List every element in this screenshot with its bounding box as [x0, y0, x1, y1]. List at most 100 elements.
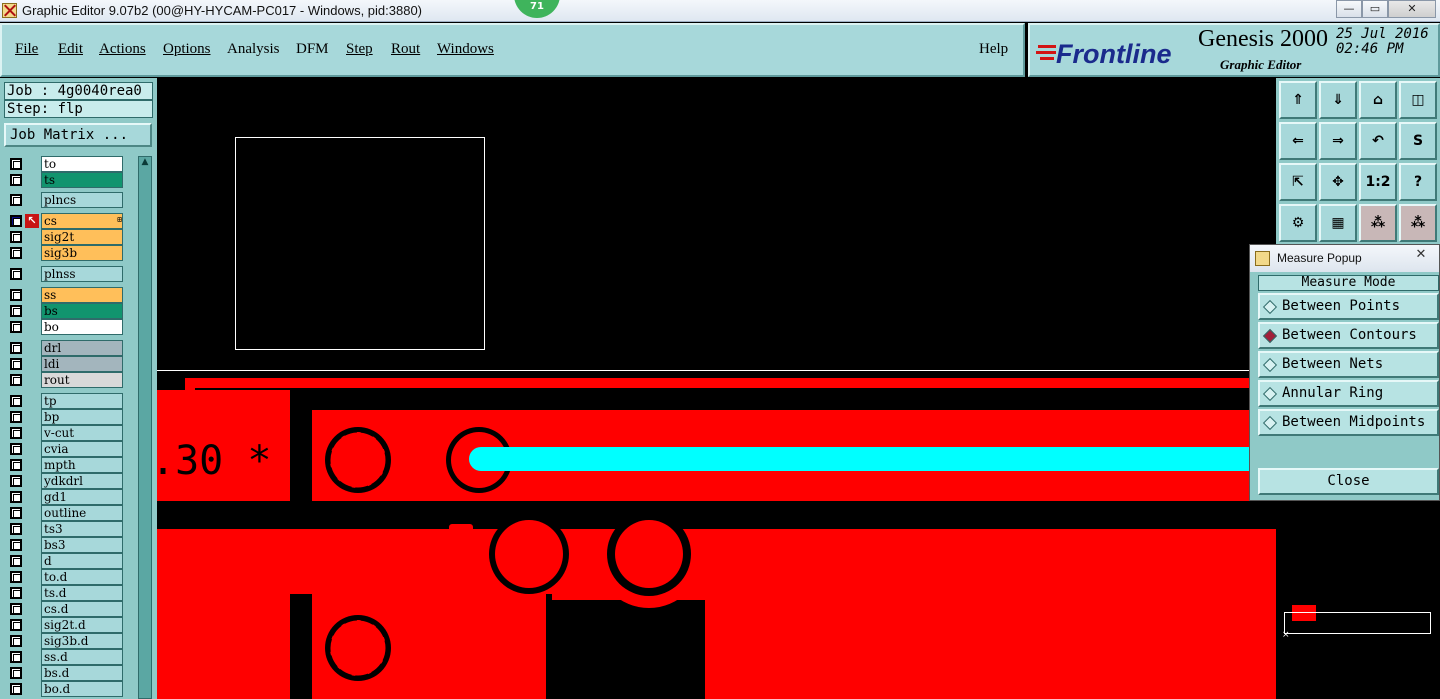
layer-name[interactable]: bs3 — [41, 537, 123, 553]
layer-checkbox[interactable] — [10, 427, 22, 439]
center-icon[interactable]: ✥ — [1319, 163, 1357, 201]
menu-rout[interactable]: Rout — [391, 41, 420, 58]
layer-checkbox[interactable] — [10, 475, 22, 487]
layer-row[interactable]: cvia — [4, 441, 126, 457]
layer-row[interactable]: to.d — [4, 569, 126, 585]
layer-name[interactable]: bo.d — [41, 681, 123, 697]
scroll-up-arrow-icon[interactable]: ▲ — [139, 157, 151, 169]
layer-name[interactable]: drl — [41, 340, 123, 356]
layer-row[interactable]: bs — [4, 303, 126, 319]
layer-checkbox[interactable] — [10, 174, 22, 186]
layer-checkbox[interactable] — [10, 247, 22, 259]
pan-right-icon[interactable]: ⇒ — [1319, 122, 1357, 160]
layer-name[interactable]: cs.d — [41, 601, 123, 617]
layer-name[interactable]: bp — [41, 409, 123, 425]
layer-name[interactable]: plnss — [41, 266, 123, 282]
layer-name[interactable]: to.d — [41, 569, 123, 585]
layer-row[interactable]: ts — [4, 172, 126, 188]
layer-row[interactable]: gd1 — [4, 489, 126, 505]
home-icon[interactable]: ⌂ — [1359, 81, 1397, 119]
layer-name[interactable]: cvia — [41, 441, 123, 457]
layer-checkbox[interactable] — [10, 215, 22, 227]
layer-row[interactable]: sig2t.d — [4, 617, 126, 633]
layer-name[interactable]: ydkdrl — [41, 473, 123, 489]
layer-checkbox[interactable] — [10, 571, 22, 583]
layer-name[interactable]: bs — [41, 303, 123, 319]
layer-row[interactable]: sig3b — [4, 245, 126, 261]
layer-row[interactable]: plnss — [4, 266, 126, 282]
layer-name[interactable]: cs — [41, 213, 123, 229]
layer-name[interactable]: outline — [41, 505, 123, 521]
layer-name[interactable]: to — [41, 156, 123, 172]
menu-edit[interactable]: Edit — [58, 41, 83, 58]
zoom-down-icon[interactable]: ⇓ — [1319, 81, 1357, 119]
layer-checkbox[interactable] — [10, 395, 22, 407]
layer-name[interactable]: ldi — [41, 356, 123, 372]
menu-step[interactable]: Step — [346, 41, 373, 58]
layer-name[interactable]: ts.d — [41, 585, 123, 601]
job-matrix-button[interactable]: Job Matrix ... — [4, 123, 152, 147]
pcb-drawing[interactable]: .30 * L4_L3 27.00 * — [157, 78, 1276, 699]
minimize-button[interactable]: — — [1336, 0, 1362, 18]
tools-icon[interactable]: ⚙ — [1279, 204, 1317, 242]
layer-name[interactable]: ss — [41, 287, 123, 303]
popup-title-bar[interactable]: Measure Popup ✕ — [1250, 245, 1439, 272]
net-right-icon[interactable]: ⁂ — [1399, 204, 1437, 242]
layer-name[interactable]: tp — [41, 393, 123, 409]
maximize-button[interactable]: ▭ — [1362, 0, 1388, 18]
graphic-canvas[interactable]: .30 * L4_L3 27.00 * — [157, 78, 1276, 699]
layer-row[interactable]: v-cut — [4, 425, 126, 441]
layer-scrollbar[interactable]: ▲ — [138, 156, 152, 699]
layer-row[interactable]: bp — [4, 409, 126, 425]
layer-row[interactable]: ldi — [4, 356, 126, 372]
layer-name[interactable]: v-cut — [41, 425, 123, 441]
menu-actions[interactable]: Actions — [99, 41, 146, 58]
layer-name[interactable]: ts3 — [41, 521, 123, 537]
menu-analysis[interactable]: Analysis — [227, 41, 280, 58]
layer-checkbox[interactable] — [10, 459, 22, 471]
layer-row[interactable]: ss.d — [4, 649, 126, 665]
layer-name[interactable]: sig2t — [41, 229, 123, 245]
layer-name[interactable]: mpth — [41, 457, 123, 473]
layer-name[interactable]: sig2t.d — [41, 617, 123, 633]
layer-checkbox[interactable] — [10, 491, 22, 503]
layer-name[interactable]: bo — [41, 319, 123, 335]
layer-row[interactable]: mpth — [4, 457, 126, 473]
layer-checkbox[interactable] — [10, 667, 22, 679]
layer-checkbox[interactable] — [10, 158, 22, 170]
layer-row[interactable]: ydkdrl — [4, 473, 126, 489]
layer-name[interactable]: d — [41, 553, 123, 569]
grid-icon[interactable]: ▦ — [1319, 204, 1357, 242]
layer-name[interactable]: ss.d — [41, 649, 123, 665]
layer-row[interactable]: sig2t — [4, 229, 126, 245]
layer-checkbox[interactable] — [10, 651, 22, 663]
layer-row[interactable]: bo.d — [4, 681, 126, 697]
zoom-up-icon[interactable]: ⇑ — [1279, 81, 1317, 119]
layer-checkbox[interactable] — [10, 231, 22, 243]
layer-row[interactable]: plncs — [4, 192, 126, 208]
layer-checkbox[interactable] — [10, 523, 22, 535]
layer-checkbox[interactable] — [10, 268, 22, 280]
layer-checkbox[interactable] — [10, 603, 22, 615]
layer-checkbox[interactable] — [10, 342, 22, 354]
layer-checkbox[interactable] — [10, 305, 22, 317]
menu-file[interactable]: File — [15, 41, 38, 58]
layer-checkbox[interactable] — [10, 443, 22, 455]
layer-row[interactable]: bs.d — [4, 665, 126, 681]
overview-window[interactable]: × — [1276, 502, 1440, 699]
scale-icon[interactable]: 1:2 — [1359, 163, 1397, 201]
layer-name[interactable]: plncs — [41, 192, 123, 208]
layer-checkbox[interactable] — [10, 683, 22, 695]
layer-checkbox[interactable] — [10, 507, 22, 519]
layer-name[interactable]: sig3b — [41, 245, 123, 261]
option-between-midpoints[interactable]: Between Midpoints — [1258, 409, 1439, 436]
net-left-icon[interactable]: ⁂ — [1359, 204, 1397, 242]
layer-row[interactable]: ↖ cs ⊞ — [4, 213, 126, 229]
menu-dfm[interactable]: DFM — [296, 41, 329, 58]
help-icon[interactable]: ? — [1399, 163, 1437, 201]
layer-checkbox[interactable] — [10, 587, 22, 599]
layer-checkbox[interactable] — [10, 635, 22, 647]
layer-checkbox[interactable] — [10, 619, 22, 631]
layer-row[interactable]: bo — [4, 319, 126, 335]
layer-row[interactable]: to — [4, 156, 126, 172]
